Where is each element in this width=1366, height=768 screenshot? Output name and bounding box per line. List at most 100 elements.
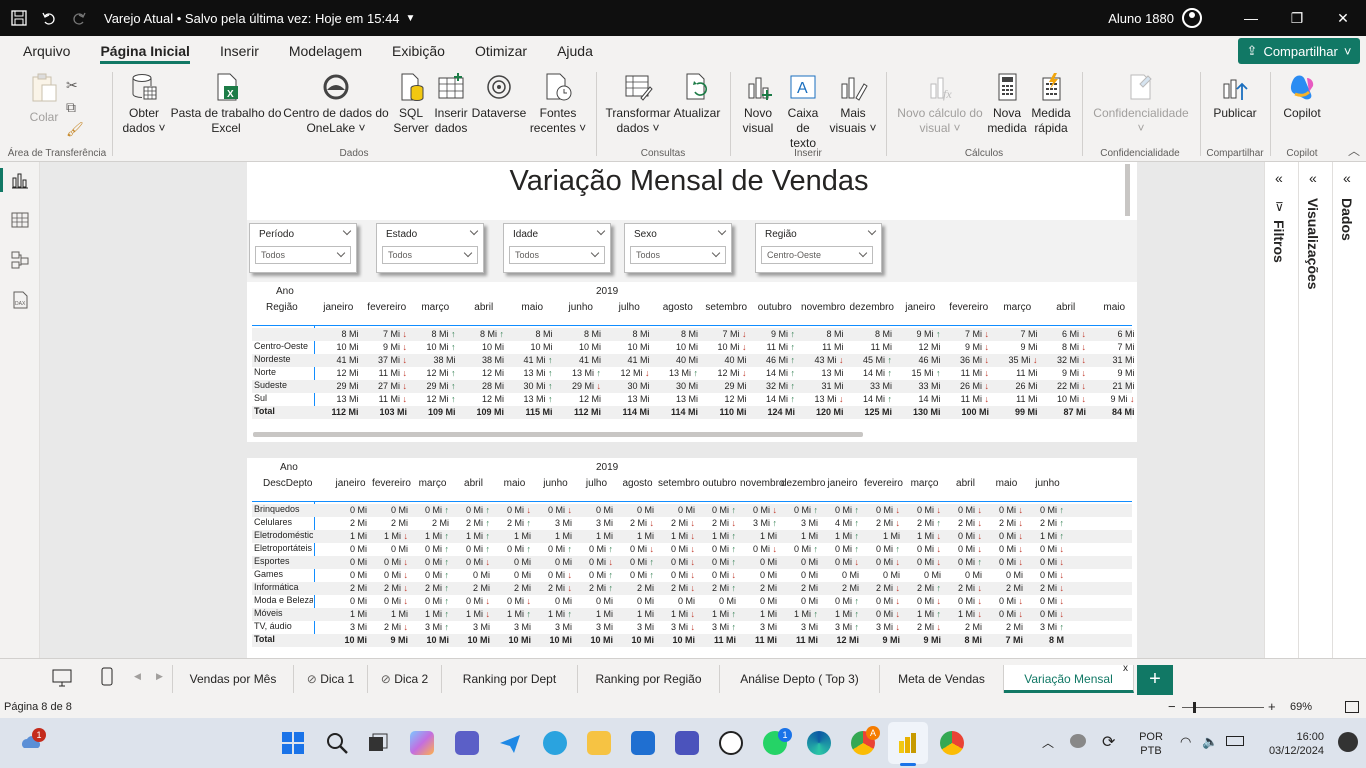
filters-pane[interactable]: « ⊽ Filtros	[1264, 162, 1298, 658]
dax-query-view-icon[interactable]: DAX	[10, 290, 30, 310]
matrix-month-header[interactable]: março	[993, 302, 1042, 313]
model-view-icon[interactable]	[10, 250, 30, 270]
menu-exibicao[interactable]: Exibição	[377, 36, 460, 66]
excel-workbook-button[interactable]: X Pasta de trabalho do Excel	[170, 70, 282, 136]
matrix-row[interactable]: Esportes 0 Mi 0 Mi ↓ 0 Mi ↑ 0 Mi ↓ 0 Mi 0 Mi 0 …	[252, 556, 1132, 569]
get-data-button[interactable]: Obter dados ˅	[118, 70, 170, 136]
matrix-month-header[interactable]: setembro	[702, 302, 751, 313]
copy-icon[interactable]: ⧉	[66, 96, 84, 118]
zoom-slider-thumb[interactable]	[1193, 702, 1196, 713]
sensitivity-button[interactable]: Confidencialidade ˅	[1090, 70, 1192, 136]
copilot-button[interactable]: Copilot	[1278, 70, 1326, 121]
matrix-row[interactable]: TV, áudio 3 Mi 2 Mi ↓ 3 Mi ↑ 3 Mi 3 Mi 3 Mi 3 M…	[252, 621, 1132, 634]
matrix-row[interactable]: Total 112 Mi 103 Mi 109 Mi 109 Mi 115 Mi 112 M…	[252, 406, 1135, 419]
collapse-ribbon-icon[interactable]: ︿	[1348, 142, 1360, 159]
power-bi-icon[interactable]	[896, 731, 920, 755]
matrix-month-header[interactable]: julho	[576, 478, 617, 489]
matrix-month-header[interactable]: abril	[1042, 302, 1091, 313]
chevron-down-icon[interactable]	[469, 226, 479, 236]
slicer-periodo[interactable]: Período Todos	[249, 223, 357, 273]
matrix-row[interactable]: Sudeste 29 Mi 27 Mi ↓ 29 Mi ↑ 28 Mi 30 Mi ↑ 29…	[252, 380, 1135, 393]
quick-measure-button[interactable]: Medida rápida	[1028, 70, 1074, 136]
menu-otimizar[interactable]: Otimizar	[460, 36, 542, 66]
tab-next-icon[interactable]: ▶	[156, 671, 163, 682]
matrix-row[interactable]: Informática 2 Mi 2 Mi ↓ 2 Mi ↑ 2 Mi 2 Mi 2 Mi …	[252, 582, 1132, 595]
chrome-profile-icon[interactable]	[940, 731, 964, 755]
matrix-month-header[interactable]: janeiro	[896, 302, 945, 313]
matrix-month-header[interactable]: abril	[460, 302, 509, 313]
paste-button[interactable]: Colar	[26, 70, 62, 125]
battery-icon[interactable]	[1226, 736, 1244, 746]
desktop-layout-icon[interactable]	[52, 669, 72, 690]
tab-dica-1[interactable]: ⊘ Dica 1	[294, 665, 368, 693]
chevron-down-icon[interactable]	[717, 226, 727, 236]
matrix-row[interactable]: Sul 13 Mi 11 Mi ↓ 12 Mi ↑ 12 Mi 13 Mi ↑ 12 Mi 1…	[252, 393, 1135, 406]
menu-ajuda[interactable]: Ajuda	[542, 36, 608, 66]
matrix-row[interactable]: Norte 12 Mi 11 Mi ↓ 12 Mi ↑ 12 Mi 13 Mi ↑ 13 M…	[252, 367, 1135, 380]
teams-work-icon[interactable]	[675, 731, 699, 755]
matrix-month-header[interactable]: outubro	[699, 478, 740, 489]
text-box-button[interactable]: A Caixa de texto	[780, 70, 826, 151]
tab-meta-de-vendas[interactable]: Meta de Vendas	[880, 665, 1004, 693]
menu-modelagem[interactable]: Modelagem	[274, 36, 377, 66]
table-view-icon[interactable]	[10, 210, 30, 230]
language-indicator[interactable]: POR PTB	[1138, 730, 1164, 758]
matrix-month-header[interactable]: maio	[494, 478, 535, 489]
cut-icon[interactable]: ✂	[66, 74, 84, 96]
tab-vendas-por-mes[interactable]: Vendas por Mês	[172, 665, 294, 693]
matrix-month-header[interactable]: junho	[535, 478, 576, 489]
matrix-month-header[interactable]: novembro	[799, 302, 848, 313]
matrix-month-header[interactable]: março	[411, 302, 460, 313]
matrix-month-header[interactable]: novembro	[740, 478, 784, 489]
undo-icon[interactable]	[38, 7, 60, 29]
chevron-down-icon[interactable]	[596, 226, 606, 236]
matrix-month-header[interactable]: agosto	[654, 302, 703, 313]
store-icon[interactable]	[631, 731, 655, 755]
slicer-dropdown[interactable]: Centro-Oeste	[761, 246, 873, 264]
chevron-down-icon[interactable]	[867, 226, 877, 236]
sync-icon[interactable]: ⟳	[1102, 732, 1115, 752]
user-name[interactable]: Aluno 1880	[1108, 11, 1174, 26]
chevron-down-icon[interactable]	[342, 226, 352, 236]
matrix-month-header[interactable]: abril	[453, 478, 494, 489]
matrix-month-header[interactable]: março	[904, 478, 945, 489]
matrix-month-header[interactable]: setembro	[658, 478, 700, 489]
expand-visualizations-icon[interactable]: «	[1309, 170, 1317, 186]
refresh-button[interactable]: Atualizar	[672, 70, 722, 121]
fit-to-page-icon[interactable]	[1345, 701, 1359, 713]
search-icon[interactable]	[325, 731, 349, 755]
copilot-taskbar-icon[interactable]	[410, 731, 434, 755]
start-icon[interactable]	[281, 731, 305, 755]
close-button[interactable]: ✕	[1320, 0, 1366, 36]
matrix-month-header[interactable]: agosto	[617, 478, 658, 489]
telegram-icon[interactable]	[543, 731, 567, 755]
matrix-row[interactable]: Eletroportáteis 0 Mi 0 Mi 0 Mi ↑ 0 Mi ↑ 0 Mi …	[252, 543, 1132, 556]
matrix-month-header[interactable]: março	[412, 478, 453, 489]
slicer-dropdown[interactable]: Todos	[509, 246, 605, 264]
matrix-month-header[interactable]: junho	[1027, 478, 1068, 489]
maximize-button[interactable]: ❐	[1274, 0, 1320, 36]
matrix-month-header[interactable]: maio	[986, 478, 1027, 489]
matrix-month-header[interactable]: janeiro	[314, 302, 363, 313]
tab-dica-2[interactable]: ⊘ Dica 2	[368, 665, 442, 693]
dataverse-button[interactable]: Dataverse	[472, 70, 526, 121]
zoom-out-button[interactable]: −	[1168, 699, 1176, 714]
save-icon[interactable]	[8, 7, 30, 29]
teams-icon[interactable]	[455, 731, 479, 755]
matrix-row[interactable]: Games 0 Mi 0 Mi ↓ 0 Mi ↑ 0 Mi 0 Mi 0 Mi ↓ 0 Mi …	[252, 569, 1132, 582]
close-tab-icon[interactable]: x	[1123, 663, 1128, 674]
file-explorer-icon[interactable]	[587, 731, 611, 755]
recent-sources-button[interactable]: Fontes recentes ˅	[528, 70, 588, 136]
matrix-month-header[interactable]: dezembro	[848, 302, 897, 313]
slicer-dropdown[interactable]: Todos	[630, 246, 726, 264]
tab-prev-icon[interactable]: ◀	[134, 671, 141, 682]
wifi-icon[interactable]: ◠	[1180, 734, 1191, 750]
matrix-row[interactable]: Total 10 Mi 9 Mi 10 Mi 10 Mi 10 Mi 10 Mi 10 Mi 1…	[252, 634, 1132, 647]
matrix-month-header[interactable]: maio	[1090, 302, 1137, 313]
tab-ranking-por-regiao[interactable]: Ranking por Região	[578, 665, 720, 693]
volume-icon[interactable]: 🔈	[1202, 734, 1218, 750]
matrix-row[interactable]: Brinquedos 0 Mi 0 Mi 0 Mi ↑ 0 Mi ↑ 0 Mi ↓ 0 Mi…	[252, 504, 1132, 517]
visualizations-pane[interactable]: « Visualizações	[1298, 162, 1332, 658]
task-view-icon[interactable]	[366, 731, 390, 755]
title-dropdown-icon[interactable]: ▼	[406, 13, 416, 24]
